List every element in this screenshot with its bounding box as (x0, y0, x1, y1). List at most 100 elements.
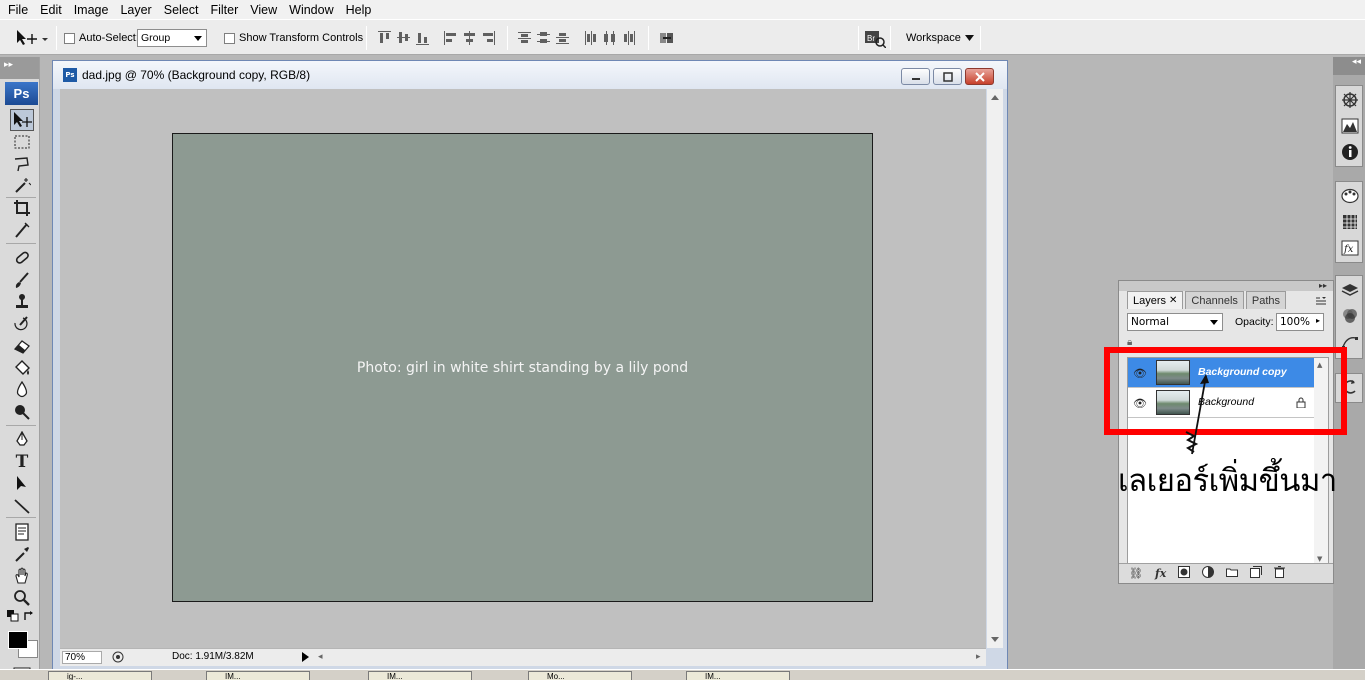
distribute-top-icon[interactable] (518, 31, 531, 45)
dock-collapse-handle[interactable]: ◂◂ (1333, 57, 1365, 75)
document-image-placeholder[interactable]: Photo: girl in white shirt standing by a… (172, 133, 873, 602)
hand-tool-icon[interactable] (10, 565, 34, 587)
new-group-icon[interactable] (1226, 567, 1239, 580)
scroll-down-icon[interactable] (991, 637, 999, 642)
status-info-icon[interactable] (112, 651, 124, 666)
pen-tool-icon[interactable] (10, 429, 34, 451)
menu-window[interactable]: Window (285, 3, 341, 17)
distribute-left-icon[interactable] (584, 31, 597, 45)
blur-tool-icon[interactable] (10, 379, 34, 401)
auto-select-checkbox[interactable]: Auto-Select: (64, 20, 139, 56)
dodge-tool-icon[interactable] (10, 401, 34, 423)
swatches-icon[interactable] (1339, 211, 1361, 233)
minimize-button[interactable] (901, 68, 930, 85)
histogram-icon[interactable] (1339, 115, 1361, 137)
align-vertical-center-icon[interactable] (397, 31, 410, 45)
scroll-right-icon[interactable]: ▸ (976, 651, 981, 662)
marquee-tool-icon[interactable] (10, 131, 34, 153)
zoom-level-field[interactable]: 70% (62, 651, 102, 664)
align-left-icon[interactable] (444, 31, 457, 45)
clone-stamp-tool-icon[interactable] (10, 291, 34, 313)
scroll-up-icon[interactable] (991, 95, 999, 100)
panel-expand-icon[interactable]: ▸▸ (1319, 281, 1327, 290)
document-title-bar[interactable]: Ps dad.jpg @ 70% (Background copy, RGB/8… (53, 61, 1007, 89)
menu-view[interactable]: View (246, 3, 285, 17)
blend-mode-dropdown[interactable]: Normal (1127, 313, 1223, 331)
scroll-left-icon[interactable]: ◂ (318, 651, 323, 662)
align-horizontal-center-icon[interactable] (463, 31, 476, 45)
crop-tool-icon[interactable] (10, 197, 34, 219)
navigator-icon[interactable] (1339, 89, 1361, 111)
type-tool-icon[interactable]: T (10, 451, 34, 473)
healing-brush-tool-icon[interactable] (10, 247, 34, 269)
menu-edit[interactable]: Edit (36, 3, 70, 17)
slice-tool-icon[interactable] (10, 219, 34, 241)
panel-collapse-handle[interactable]: ▸▸ (0, 57, 39, 79)
show-transform-checkbox[interactable]: Show Transform Controls (224, 20, 363, 56)
menu-layer[interactable]: Layer (116, 3, 159, 17)
menu-image[interactable]: Image (70, 3, 117, 17)
auto-align-layers-icon[interactable] (660, 31, 673, 45)
zoom-tool-icon[interactable] (10, 587, 34, 609)
move-tool-preset-picker[interactable] (14, 20, 48, 56)
default-colors-icon[interactable] (6, 609, 20, 623)
move-tool-icon[interactable] (10, 109, 34, 131)
align-right-icon[interactable] (482, 31, 495, 45)
channels-icon[interactable] (1339, 305, 1361, 327)
foreground-color-swatch[interactable] (8, 631, 28, 649)
distribute-bottom-icon[interactable] (556, 31, 569, 45)
opacity-slider-arrow-icon[interactable]: ▸ (1316, 316, 1320, 325)
tab-channels[interactable]: Channels (1185, 291, 1244, 309)
checkbox-box[interactable] (64, 32, 75, 44)
tab-layers[interactable]: Layers ✕ (1127, 291, 1184, 309)
taskbar-item[interactable]: Mo... (528, 671, 632, 680)
info-icon[interactable] (1339, 141, 1361, 163)
styles-fx-icon[interactable]: fx (1339, 237, 1361, 259)
taskbar-item[interactable]: IM... (368, 671, 472, 680)
line-tool-icon[interactable] (10, 495, 34, 517)
layers-panel-header[interactable]: ▸▸ (1119, 281, 1333, 291)
align-bottom-icon[interactable] (416, 31, 429, 45)
bridge-button[interactable]: Br (864, 20, 886, 56)
align-top-icon[interactable] (378, 31, 391, 45)
paint-bucket-tool-icon[interactable] (10, 357, 34, 379)
taskbar-item[interactable]: IM... (686, 671, 790, 680)
menu-file[interactable]: File (4, 3, 36, 17)
notes-tool-icon[interactable] (10, 521, 34, 543)
history-brush-tool-icon[interactable] (10, 313, 34, 335)
opacity-field[interactable]: 100% ▸ (1276, 313, 1324, 331)
status-menu-arrow-icon[interactable] (302, 652, 309, 662)
vertical-scrollbar[interactable] (987, 89, 1003, 648)
close-button[interactable] (965, 68, 994, 85)
eraser-tool-icon[interactable] (10, 335, 34, 357)
swap-colors-icon[interactable] (22, 609, 36, 623)
distribute-right-icon[interactable] (622, 31, 635, 45)
auto-select-dropdown[interactable]: Group (137, 29, 207, 47)
link-layers-icon[interactable]: ⛓︎ (1129, 567, 1143, 580)
tab-close-icon[interactable]: ✕ (1169, 295, 1177, 306)
eyedropper-tool-icon[interactable] (10, 543, 34, 565)
add-mask-icon[interactable] (1178, 566, 1191, 581)
menu-help[interactable]: Help (342, 3, 380, 17)
menu-select[interactable]: Select (160, 3, 207, 17)
add-layer-style-icon[interactable]: fx (1155, 567, 1166, 580)
panel-menu-icon[interactable] (1315, 296, 1327, 309)
distribute-vertical-center-icon[interactable] (537, 31, 550, 45)
tab-paths[interactable]: Paths (1245, 291, 1287, 309)
taskbar-item[interactable]: ig-... (48, 671, 152, 680)
workspace-menu[interactable]: Workspace (906, 20, 976, 56)
maximize-button[interactable] (933, 68, 962, 85)
menu-filter[interactable]: Filter (206, 3, 246, 17)
magic-wand-tool-icon[interactable] (10, 175, 34, 197)
delete-layer-icon[interactable] (1274, 566, 1286, 581)
new-layer-icon[interactable] (1250, 566, 1263, 581)
photoshop-logo[interactable]: Ps (5, 82, 38, 105)
path-selection-tool-icon[interactable] (10, 473, 34, 495)
checkbox-box[interactable] (224, 32, 235, 44)
lasso-tool-icon[interactable] (10, 153, 34, 175)
color-palette-icon[interactable] (1339, 185, 1361, 207)
layers-icon[interactable] (1339, 279, 1361, 301)
taskbar-item[interactable]: IM... (206, 671, 310, 680)
brush-tool-icon[interactable] (10, 269, 34, 291)
distribute-horizontal-center-icon[interactable] (603, 31, 616, 45)
